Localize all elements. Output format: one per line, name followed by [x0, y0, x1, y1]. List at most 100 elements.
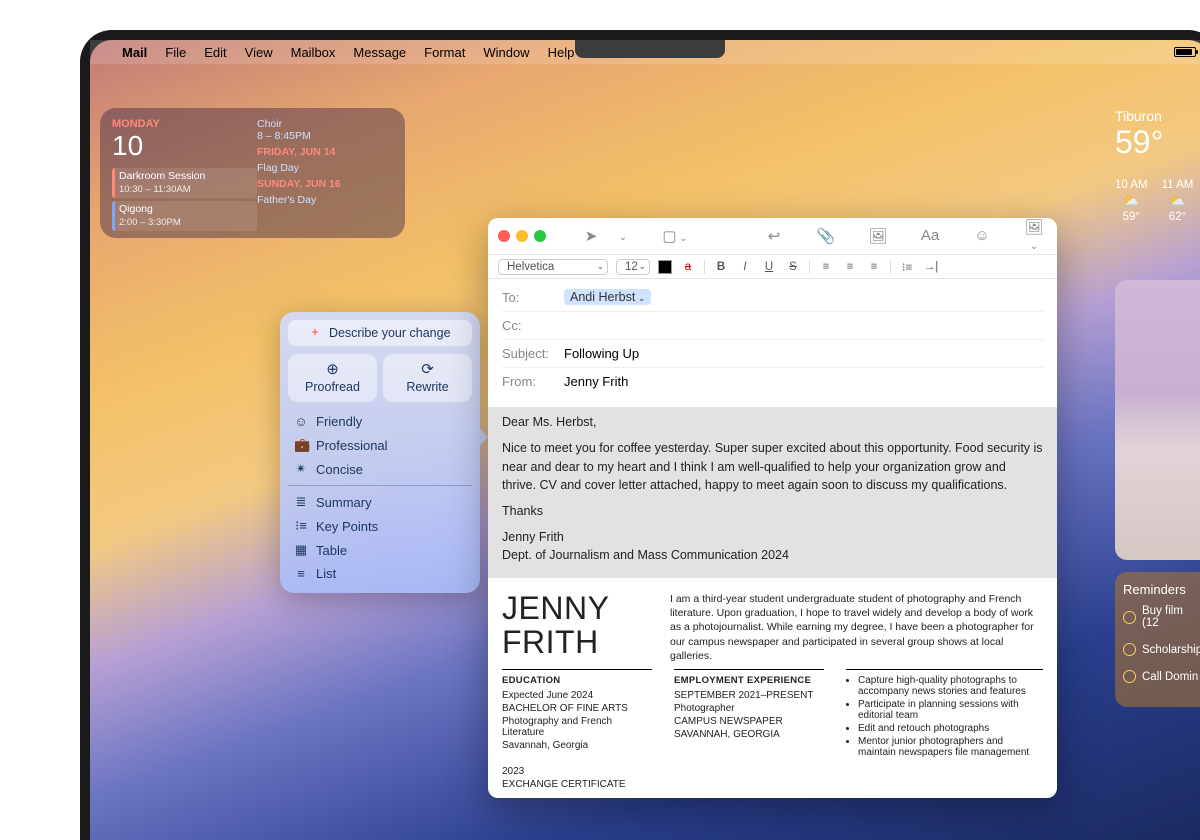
reminders-title: Reminders: [1123, 582, 1200, 597]
calendar-event: Darkroom Session 10:30 – 11:30AM: [112, 168, 257, 198]
menu-message[interactable]: Message: [353, 45, 406, 60]
reminder-item[interactable]: Scholarship: [1123, 643, 1200, 656]
keypoints-icon: ⁝≡: [294, 518, 308, 534]
calendar-widget[interactable]: MONDAY 10 Darkroom Session 10:30 – 11:30…: [100, 108, 405, 238]
magnify-icon: ⊕: [288, 360, 377, 378]
list-bullets-icon[interactable]: ⁝≡: [899, 260, 915, 274]
calendar-row: FRIDAY, JUN 14: [257, 146, 393, 158]
emoji-icon[interactable]: ☺: [969, 227, 995, 244]
compose-window: ➤ ▢ ↩ 📎 🖼 Aa ☺ 🖼 Helvetica 12 a B I U: [488, 218, 1057, 798]
checkbox-icon[interactable]: [1123, 670, 1136, 683]
checkbox-icon[interactable]: [1123, 611, 1136, 624]
menu-window[interactable]: Window: [483, 45, 529, 60]
format-summary[interactable]: ≣Summary: [288, 490, 472, 514]
cc-label: Cc:: [502, 318, 556, 333]
send-later-dropdown[interactable]: [610, 227, 636, 244]
bold-button[interactable]: B: [713, 261, 729, 273]
cv-name: JENNYFRITH: [502, 592, 652, 659]
size-select[interactable]: 12: [616, 259, 650, 275]
calendar-day-name: MONDAY: [112, 118, 257, 130]
tone-friendly[interactable]: ☺Friendly: [288, 410, 472, 433]
to-label: To:: [502, 290, 556, 305]
subject-field[interactable]: Following Up: [564, 346, 639, 361]
format-icon[interactable]: Aa: [917, 227, 943, 244]
align-right-icon[interactable]: ≡: [866, 261, 882, 273]
reply-icon[interactable]: ↩: [761, 227, 787, 245]
calendar-row: SUNDAY, JUN 16: [257, 178, 393, 190]
compose-body[interactable]: Dear Ms. Herbst, Nice to meet you for co…: [488, 399, 1057, 798]
send-icon[interactable]: ➤: [578, 227, 604, 245]
weather-widget[interactable]: Tiburon 59° 10 AM⛅59° 11 AM⛅62°: [1115, 108, 1200, 223]
weather-city: Tiburon: [1115, 108, 1200, 124]
recipient-chip[interactable]: Andi Herbst: [564, 289, 651, 305]
menu-view[interactable]: View: [245, 45, 273, 60]
menu-help[interactable]: Help: [548, 45, 575, 60]
calendar-row: Choir8 – 8:45PM: [257, 118, 393, 142]
from-label: From:: [502, 374, 556, 389]
align-left-icon[interactable]: ≡: [818, 261, 834, 273]
cv-attachment: JENNYFRITH I am a third-year student und…: [488, 578, 1057, 663]
reminder-item[interactable]: Buy film (12: [1123, 605, 1200, 629]
text-color-swatch[interactable]: [658, 260, 672, 274]
font-select[interactable]: Helvetica: [498, 259, 608, 275]
format-table[interactable]: ▦Table: [288, 538, 472, 562]
table-icon: ▦: [294, 542, 308, 558]
format-list[interactable]: ≡List: [288, 562, 472, 585]
tone-concise[interactable]: ✴Concise: [288, 457, 472, 481]
weather-temp: 59°: [1115, 124, 1200, 161]
underline-button[interactable]: U: [761, 261, 777, 273]
proofread-button[interactable]: ⊕Proofread: [288, 354, 377, 402]
format-keypoints[interactable]: ⁝≡Key Points: [288, 514, 472, 538]
cloudy-icon: ⛅: [1162, 193, 1194, 209]
cv-employment: EMPLOYMENT EXPERIENCE SEPTEMBER 2021–PRE…: [674, 669, 824, 792]
calendar-event: Qigong 2:00 – 3:30PM: [112, 201, 257, 231]
rewrite-icon: ⟳: [383, 360, 472, 378]
close-button[interactable]: [498, 230, 510, 242]
strike-color-icon[interactable]: a: [680, 261, 696, 273]
zoom-button[interactable]: [534, 230, 546, 242]
reminder-item[interactable]: Call Domin: [1123, 670, 1200, 683]
cv-bullets: Capture high-quality photographs to acco…: [846, 669, 1043, 792]
calendar-row: Father's Day: [257, 194, 393, 206]
photos-widget[interactable]: [1115, 280, 1200, 560]
calendar-day-number: 10: [112, 130, 257, 162]
minimize-button[interactable]: [516, 230, 528, 242]
sparkle-icon: [309, 327, 321, 339]
compose-toolbar: ➤ ▢ ↩ 📎 🖼 Aa ☺ 🖼: [488, 218, 1057, 255]
insert-image-icon[interactable]: 🖼: [1021, 218, 1047, 253]
describe-change-button[interactable]: Describe your change: [288, 320, 472, 346]
macbook-screen: Mail File Edit View Mailbox Message Form…: [80, 30, 1200, 840]
menu-format[interactable]: Format: [424, 45, 465, 60]
weather-hour: 11 AM⛅62°: [1162, 179, 1194, 223]
menu-app[interactable]: Mail: [122, 45, 147, 60]
smile-icon: ☺: [294, 414, 308, 429]
writing-tools-popover: Describe your change ⊕Proofread ⟳Rewrite…: [280, 312, 480, 593]
concise-icon: ✴: [294, 461, 308, 477]
weather-hour: 10 AM⛅59°: [1115, 179, 1148, 223]
tone-professional[interactable]: 💼Professional: [288, 433, 472, 457]
summary-icon: ≣: [294, 494, 308, 510]
rewrite-button[interactable]: ⟳Rewrite: [383, 354, 472, 402]
briefcase-icon: 💼: [294, 437, 308, 453]
from-value[interactable]: Jenny Frith: [564, 374, 628, 389]
align-center-icon[interactable]: ≡: [842, 261, 858, 273]
menu-file[interactable]: File: [165, 45, 186, 60]
selected-text[interactable]: Dear Ms. Herbst, Nice to meet you for co…: [488, 407, 1057, 578]
menu-mailbox[interactable]: Mailbox: [291, 45, 336, 60]
photo-browser-icon[interactable]: 🖼: [865, 227, 891, 245]
list-icon: ≡: [294, 566, 308, 581]
cloudy-icon: ⛅: [1115, 193, 1148, 209]
header-fields-icon[interactable]: ▢: [662, 227, 688, 245]
menu-bar: Mail File Edit View Mailbox Message Form…: [90, 40, 1200, 64]
checkbox-icon[interactable]: [1123, 643, 1136, 656]
format-bar: Helvetica 12 a B I U S ≡ ≡ ≡ ⁝≡ →|: [488, 255, 1057, 280]
indent-icon[interactable]: →|: [923, 261, 939, 273]
italic-button[interactable]: I: [737, 261, 753, 273]
menu-edit[interactable]: Edit: [204, 45, 226, 60]
strike-button[interactable]: S: [785, 261, 801, 273]
compose-headers: To:Andi Herbst Cc: Subject:Following Up …: [488, 279, 1057, 399]
attach-icon[interactable]: 📎: [813, 227, 839, 245]
battery-icon[interactable]: [1174, 47, 1196, 57]
cv-bio: I am a third-year student undergraduate …: [670, 592, 1043, 663]
reminders-widget[interactable]: Reminders Buy film (12 Scholarship Call …: [1115, 572, 1200, 707]
